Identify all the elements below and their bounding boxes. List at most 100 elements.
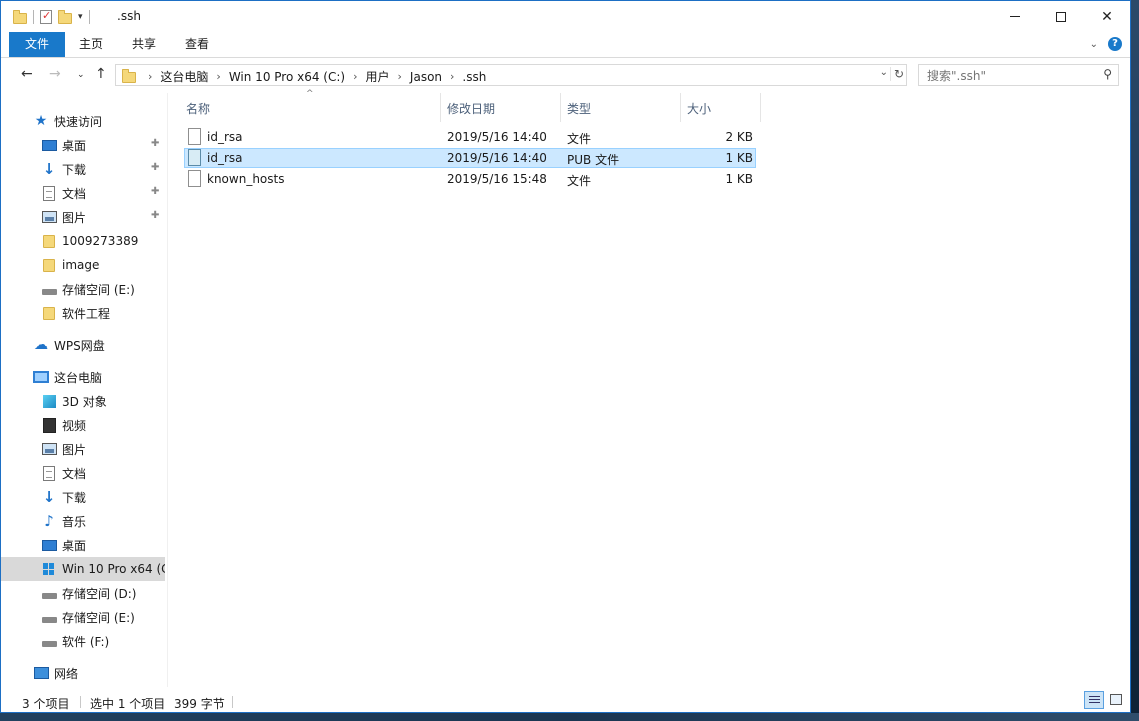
maximize-button[interactable] bbox=[1038, 1, 1084, 32]
nav-item-drive[interactable]: 存储空间 (D:) bbox=[1, 581, 165, 605]
nav-quick-access[interactable]: ★ 快速访问 bbox=[1, 109, 165, 133]
column-divider[interactable] bbox=[680, 93, 681, 122]
tab-home[interactable]: 主页 bbox=[67, 32, 115, 57]
maximize-icon bbox=[1056, 11, 1066, 22]
navigation-pane: ★ 快速访问 桌面 ✚ ↓ 下载 ✚ 文档 ✚ 图片 ✚ 1009273389 bbox=[1, 93, 168, 687]
refresh-icon[interactable]: ↻ bbox=[889, 67, 904, 81]
column-header-name[interactable]: 名称 bbox=[186, 100, 210, 117]
expand-ribbon-icon[interactable]: ⌄ bbox=[1090, 39, 1098, 50]
nav-item-drive[interactable]: 软件 (F:) bbox=[1, 629, 165, 653]
nav-wps-drive[interactable]: ☁ WPS网盘 bbox=[1, 333, 165, 357]
search-input[interactable] bbox=[925, 68, 1099, 84]
nav-item-drive[interactable]: 存储空间 (E:) bbox=[1, 277, 165, 301]
nav-item-music[interactable]: ♪ 音乐 bbox=[1, 509, 165, 533]
pin-icon[interactable]: ✚ bbox=[151, 186, 159, 197]
nav-item-pictures[interactable]: 图片 ✚ bbox=[1, 205, 165, 229]
large-icons-view-button[interactable] bbox=[1106, 691, 1126, 709]
file-list: ^ 名称 修改日期 类型 大小 id_rsa 2019/5/16 14:40 文… bbox=[168, 89, 1130, 687]
nav-label: 下载 bbox=[62, 162, 87, 177]
column-divider[interactable] bbox=[560, 93, 561, 122]
drive-icon bbox=[41, 281, 57, 297]
search-icon[interactable]: ⚲ bbox=[1103, 67, 1112, 81]
minimize-button[interactable] bbox=[992, 1, 1038, 32]
drive-icon bbox=[41, 633, 57, 649]
status-divider bbox=[80, 696, 81, 708]
pin-icon[interactable]: ✚ bbox=[151, 162, 159, 173]
nav-label: 桌面 bbox=[62, 138, 87, 153]
file-row[interactable]: id_rsa 2019/5/16 14:40 文件 2 KB bbox=[184, 127, 756, 147]
breadcrumb: › 这台电脑 › Win 10 Pro x64 (C:) › 用户 › Jaso… bbox=[140, 68, 486, 85]
file-modified: 2019/5/16 14:40 bbox=[447, 130, 547, 144]
status-divider bbox=[232, 696, 233, 708]
nav-this-pc[interactable]: 这台电脑 bbox=[1, 365, 165, 389]
nav-item-folder[interactable]: 1009273389 bbox=[1, 229, 165, 253]
recent-locations-icon[interactable]: ⌄ bbox=[77, 70, 85, 80]
properties-icon[interactable] bbox=[40, 9, 52, 24]
breadcrumb-separator-icon[interactable]: › bbox=[216, 70, 220, 83]
nav-item-desktop[interactable]: 桌面 bbox=[1, 533, 165, 557]
column-header-type[interactable]: 类型 bbox=[567, 100, 591, 117]
pin-icon[interactable]: ✚ bbox=[151, 210, 159, 221]
tab-view[interactable]: 查看 bbox=[173, 32, 221, 57]
pin-icon[interactable]: ✚ bbox=[151, 138, 159, 149]
nav-item-documents[interactable]: 文档 bbox=[1, 461, 165, 485]
customize-toolbar-icon[interactable]: ▾ bbox=[78, 12, 83, 22]
nav-item-videos[interactable]: 视频 bbox=[1, 413, 165, 437]
close-button[interactable]: ✕ bbox=[1084, 1, 1130, 32]
back-icon[interactable]: ← bbox=[21, 66, 33, 82]
nav-label: Win 10 Pro x64 (C bbox=[62, 562, 165, 576]
nav-item-3d-objects[interactable]: 3D 对象 bbox=[1, 389, 165, 413]
desktop-icon bbox=[41, 137, 57, 153]
nav-item-drive[interactable]: 存储空间 (E:) bbox=[1, 605, 165, 629]
new-folder-icon[interactable] bbox=[58, 10, 72, 24]
nav-label: 1009273389 bbox=[62, 234, 139, 248]
drive-icon bbox=[41, 585, 57, 601]
nav-label: 存储空间 (E:) bbox=[62, 282, 135, 297]
breadcrumb-item[interactable]: 这台电脑 bbox=[160, 68, 208, 85]
breadcrumb-separator-icon[interactable]: › bbox=[353, 70, 357, 83]
forward-icon[interactable]: → bbox=[49, 66, 61, 82]
sort-ascending-icon: ^ bbox=[306, 89, 314, 99]
address-history-icon[interactable]: ⌄ bbox=[880, 67, 888, 78]
nav-item-drive-c[interactable]: Win 10 Pro x64 (C bbox=[1, 557, 165, 581]
up-icon[interactable]: ↑ bbox=[95, 66, 107, 82]
column-divider[interactable] bbox=[440, 93, 441, 122]
tab-share[interactable]: 共享 bbox=[120, 32, 168, 57]
nav-item-downloads[interactable]: ↓ 下载 bbox=[1, 485, 165, 509]
folder-icon bbox=[13, 10, 27, 24]
quick-access-toolbar: ▾ bbox=[11, 7, 90, 27]
column-header-size[interactable]: 大小 bbox=[687, 100, 711, 117]
details-view-icon bbox=[1089, 696, 1100, 705]
column-header-modified[interactable]: 修改日期 bbox=[447, 100, 495, 117]
help-icon[interactable]: ? bbox=[1108, 37, 1122, 51]
file-row[interactable]: known_hosts 2019/5/16 15:48 文件 1 KB bbox=[184, 169, 756, 189]
file-modified: 2019/5/16 14:40 bbox=[447, 151, 547, 165]
address-bar[interactable]: › 这台电脑 › Win 10 Pro x64 (C:) › 用户 › Jaso… bbox=[115, 64, 907, 86]
nav-label: WPS网盘 bbox=[54, 338, 105, 353]
tab-file[interactable]: 文件 bbox=[9, 32, 65, 57]
nav-item-pictures[interactable]: 图片 bbox=[1, 437, 165, 461]
toolbar-divider bbox=[88, 10, 90, 24]
breadcrumb-separator-icon[interactable]: › bbox=[450, 70, 454, 83]
nav-item-documents[interactable]: 文档 ✚ bbox=[1, 181, 165, 205]
nav-item-folder[interactable]: 软件工程 bbox=[1, 301, 165, 325]
breadcrumb-item[interactable]: Win 10 Pro x64 (C:) bbox=[229, 70, 345, 84]
nav-label: 文档 bbox=[62, 466, 87, 481]
nav-item-folder[interactable]: image bbox=[1, 253, 165, 277]
file-row-selected[interactable]: id_rsa 2019/5/16 14:40 PUB 文件 1 KB bbox=[184, 148, 756, 168]
breadcrumb-separator-icon: › bbox=[148, 70, 153, 83]
nav-item-downloads[interactable]: ↓ 下载 ✚ bbox=[1, 157, 165, 181]
search-box[interactable]: ⚲ bbox=[918, 64, 1119, 86]
breadcrumb-item[interactable]: 用户 bbox=[366, 68, 390, 85]
nav-item-desktop[interactable]: 桌面 ✚ bbox=[1, 133, 165, 157]
drive-icon bbox=[41, 609, 57, 625]
column-divider[interactable] bbox=[760, 93, 761, 122]
breadcrumb-item[interactable]: .ssh bbox=[462, 70, 486, 84]
details-view-button[interactable] bbox=[1084, 691, 1104, 709]
breadcrumb-separator-icon[interactable]: › bbox=[398, 70, 402, 83]
selection-size: 399 字节 bbox=[174, 697, 225, 711]
nav-label: 软件工程 bbox=[62, 306, 111, 321]
breadcrumb-item[interactable]: Jason bbox=[410, 70, 442, 84]
nav-network[interactable]: 网络 bbox=[1, 661, 165, 685]
large-icons-view-icon bbox=[1110, 694, 1122, 705]
